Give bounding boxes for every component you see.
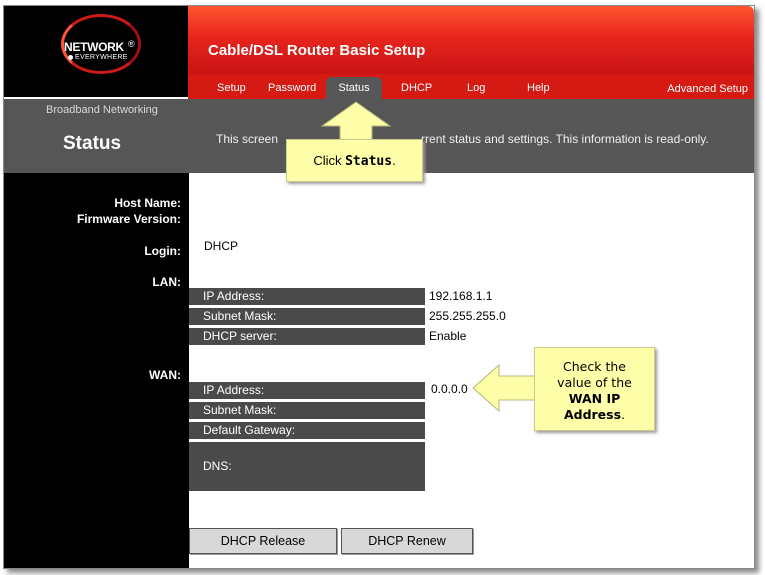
wan-ip-label: IP Address:: [189, 382, 425, 399]
callout-check-wan-ip: Check the value of the WAN IP Address.: [534, 347, 655, 431]
page-title: Status: [63, 133, 122, 154]
wan-gateway-label: Default Gateway:: [189, 422, 425, 439]
lan-ip-value: 192.168.1.1: [429, 289, 493, 303]
logo-area: NETWORK ® EVERYWHERE: [4, 6, 188, 97]
tab-password[interactable]: Password: [268, 82, 316, 94]
logo-subtext: EVERYWHERE: [68, 54, 128, 61]
lan-dhcp-server-label: DHCP server:: [189, 328, 425, 345]
tab-bar: Setup Password Status DHCP Log Help Adva…: [188, 74, 754, 99]
lan-subnet-value: 255.255.255.0: [429, 309, 506, 323]
logo-registered-mark: ®: [128, 39, 135, 49]
tab-dhcp[interactable]: DHCP: [401, 82, 432, 94]
tab-setup[interactable]: Setup: [217, 82, 246, 94]
section-label: Broadband Networking: [46, 104, 158, 116]
login-value: DHCP: [204, 239, 239, 253]
tab-status[interactable]: Status: [326, 77, 382, 99]
label-column: Host Name: Firmware Version: Login: LAN:…: [4, 173, 189, 568]
firmware-version-label: Firmware Version:: [76, 212, 181, 226]
lan-subnet-label: Subnet Mask:: [189, 308, 425, 325]
dhcp-release-button[interactable]: DHCP Release: [189, 528, 337, 554]
tab-help[interactable]: Help: [527, 82, 550, 94]
lan-dhcp-server-value: Enable: [429, 329, 467, 343]
callout-click-status: Click Status.: [286, 139, 423, 182]
header-bar: Cable/DSL Router Basic Setup: [188, 6, 754, 74]
dhcp-renew-button[interactable]: DHCP Renew: [341, 528, 473, 554]
tab-log[interactable]: Log: [467, 82, 485, 94]
router-setup-window: NETWORK ® EVERYWHERE Cable/DSL Router Ba…: [3, 5, 755, 569]
lan-label: LAN:: [152, 275, 181, 289]
left-arrow-icon: [472, 363, 537, 413]
host-name-label: Host Name:: [114, 196, 181, 210]
advanced-setup-link[interactable]: Advanced Setup: [667, 83, 748, 95]
lan-ip-label: IP Address:: [189, 288, 425, 305]
wan-label: WAN:: [149, 368, 181, 382]
wan-subnet-label: Subnet Mask:: [189, 402, 425, 419]
wan-ip-value: 0.0.0.0: [431, 382, 468, 396]
wan-dns-label: DNS:: [189, 442, 425, 491]
login-label: Login:: [144, 244, 181, 258]
app-title: Cable/DSL Router Basic Setup: [208, 42, 426, 59]
up-arrow-icon: [320, 101, 392, 141]
